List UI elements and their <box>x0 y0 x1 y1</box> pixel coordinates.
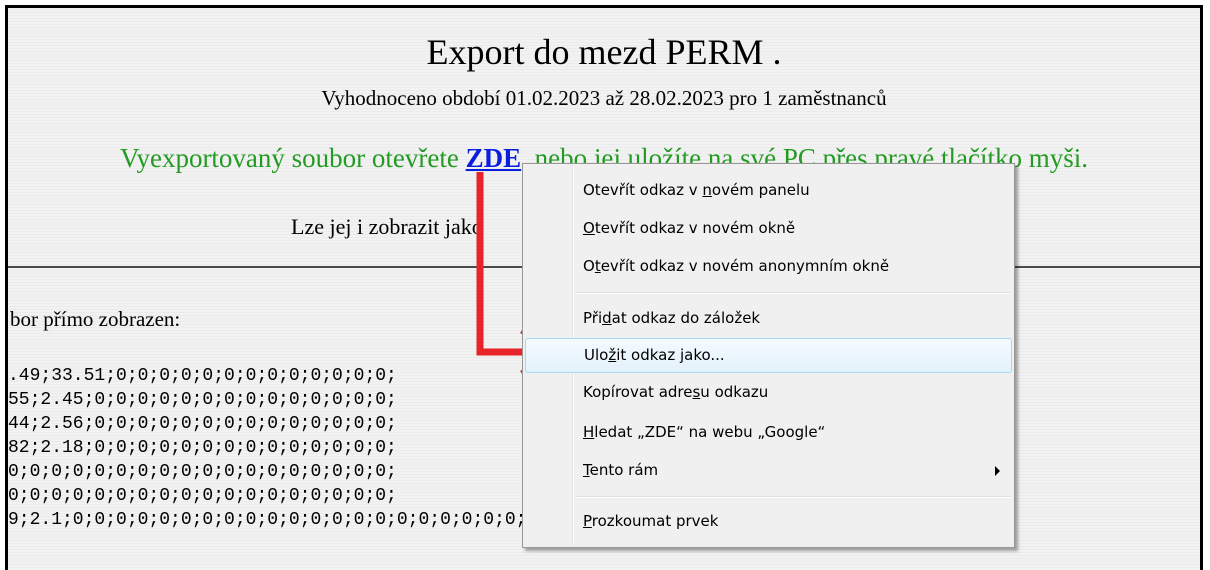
menu-open-new-tab[interactable]: Otevřít odkaz v novém panelu <box>525 174 1012 209</box>
menu-save-link-as[interactable]: Uložit odkaz jako... <box>525 338 1012 373</box>
alt-view-text: Lze jej i zobrazit jako <box>291 214 483 239</box>
preview-label: bor přímo zobrazen: <box>10 307 181 331</box>
menu-separator <box>576 496 1011 498</box>
submenu-arrow-icon <box>995 466 1000 476</box>
menu-separator <box>576 292 1011 294</box>
context-menu: Otevřít odkaz v novém panelu Otevřít odk… <box>522 163 1015 548</box>
csv-preview: .49;33.51;0;0;0;0;0;0;0;0;0;0;0;0;0; 55;… <box>8 365 526 533</box>
period-summary: Vyhodnoceno období 01.02.2023 až 28.02.2… <box>321 86 887 110</box>
csv-line: 0;0;0;0;0;0;0;0;0;0;0;0;0;0;0;0;0;0; <box>8 462 397 482</box>
csv-line: 55;2.45;0;0;0;0;0;0;0;0;0;0;0;0;0;0; <box>8 390 397 410</box>
csv-line: .49;33.51;0;0;0;0;0;0;0;0;0;0;0;0;0; <box>8 366 397 386</box>
export-link-zde[interactable]: ZDE <box>466 143 522 173</box>
menu-bookmark-link[interactable]: Přidat odkaz do záložek <box>525 302 1012 337</box>
menu-this-frame[interactable]: Tento rám <box>525 454 1012 489</box>
export-text-before: Vyexportovaný soubor otevřete <box>119 143 466 173</box>
csv-line: 82;2.18;0;0;0;0;0;0;0;0;0;0;0;0;0;0; <box>8 438 397 458</box>
menu-inspect-element[interactable]: Prozkoumat prvek <box>525 505 1012 540</box>
csv-line: 0;0;0;0;0;0;0;0;0;0;0;0;0;0;0;0;0;0; <box>8 486 397 506</box>
page-title: Export do mezd PERM . <box>426 32 782 72</box>
csv-line: 9;2.1;0;0;0;0;0;0;0;0;0;0;0;0;0;0;0;0;0;… <box>8 510 527 530</box>
menu-open-new-window[interactable]: Otevřít odkaz v novém okně <box>525 212 1012 247</box>
menu-open-private-window[interactable]: Otevřít odkaz v novém anonymním okně <box>525 250 1012 285</box>
menu-search-google[interactable]: Hledat „ZDE“ na webu „Google“ <box>525 416 1012 451</box>
csv-line: 44;2.56;0;0;0;0;0;0;0;0;0;0;0;0;0;0; <box>8 414 397 434</box>
menu-copy-link-address[interactable]: Kopírovat adresu odkazu <box>525 376 1012 411</box>
